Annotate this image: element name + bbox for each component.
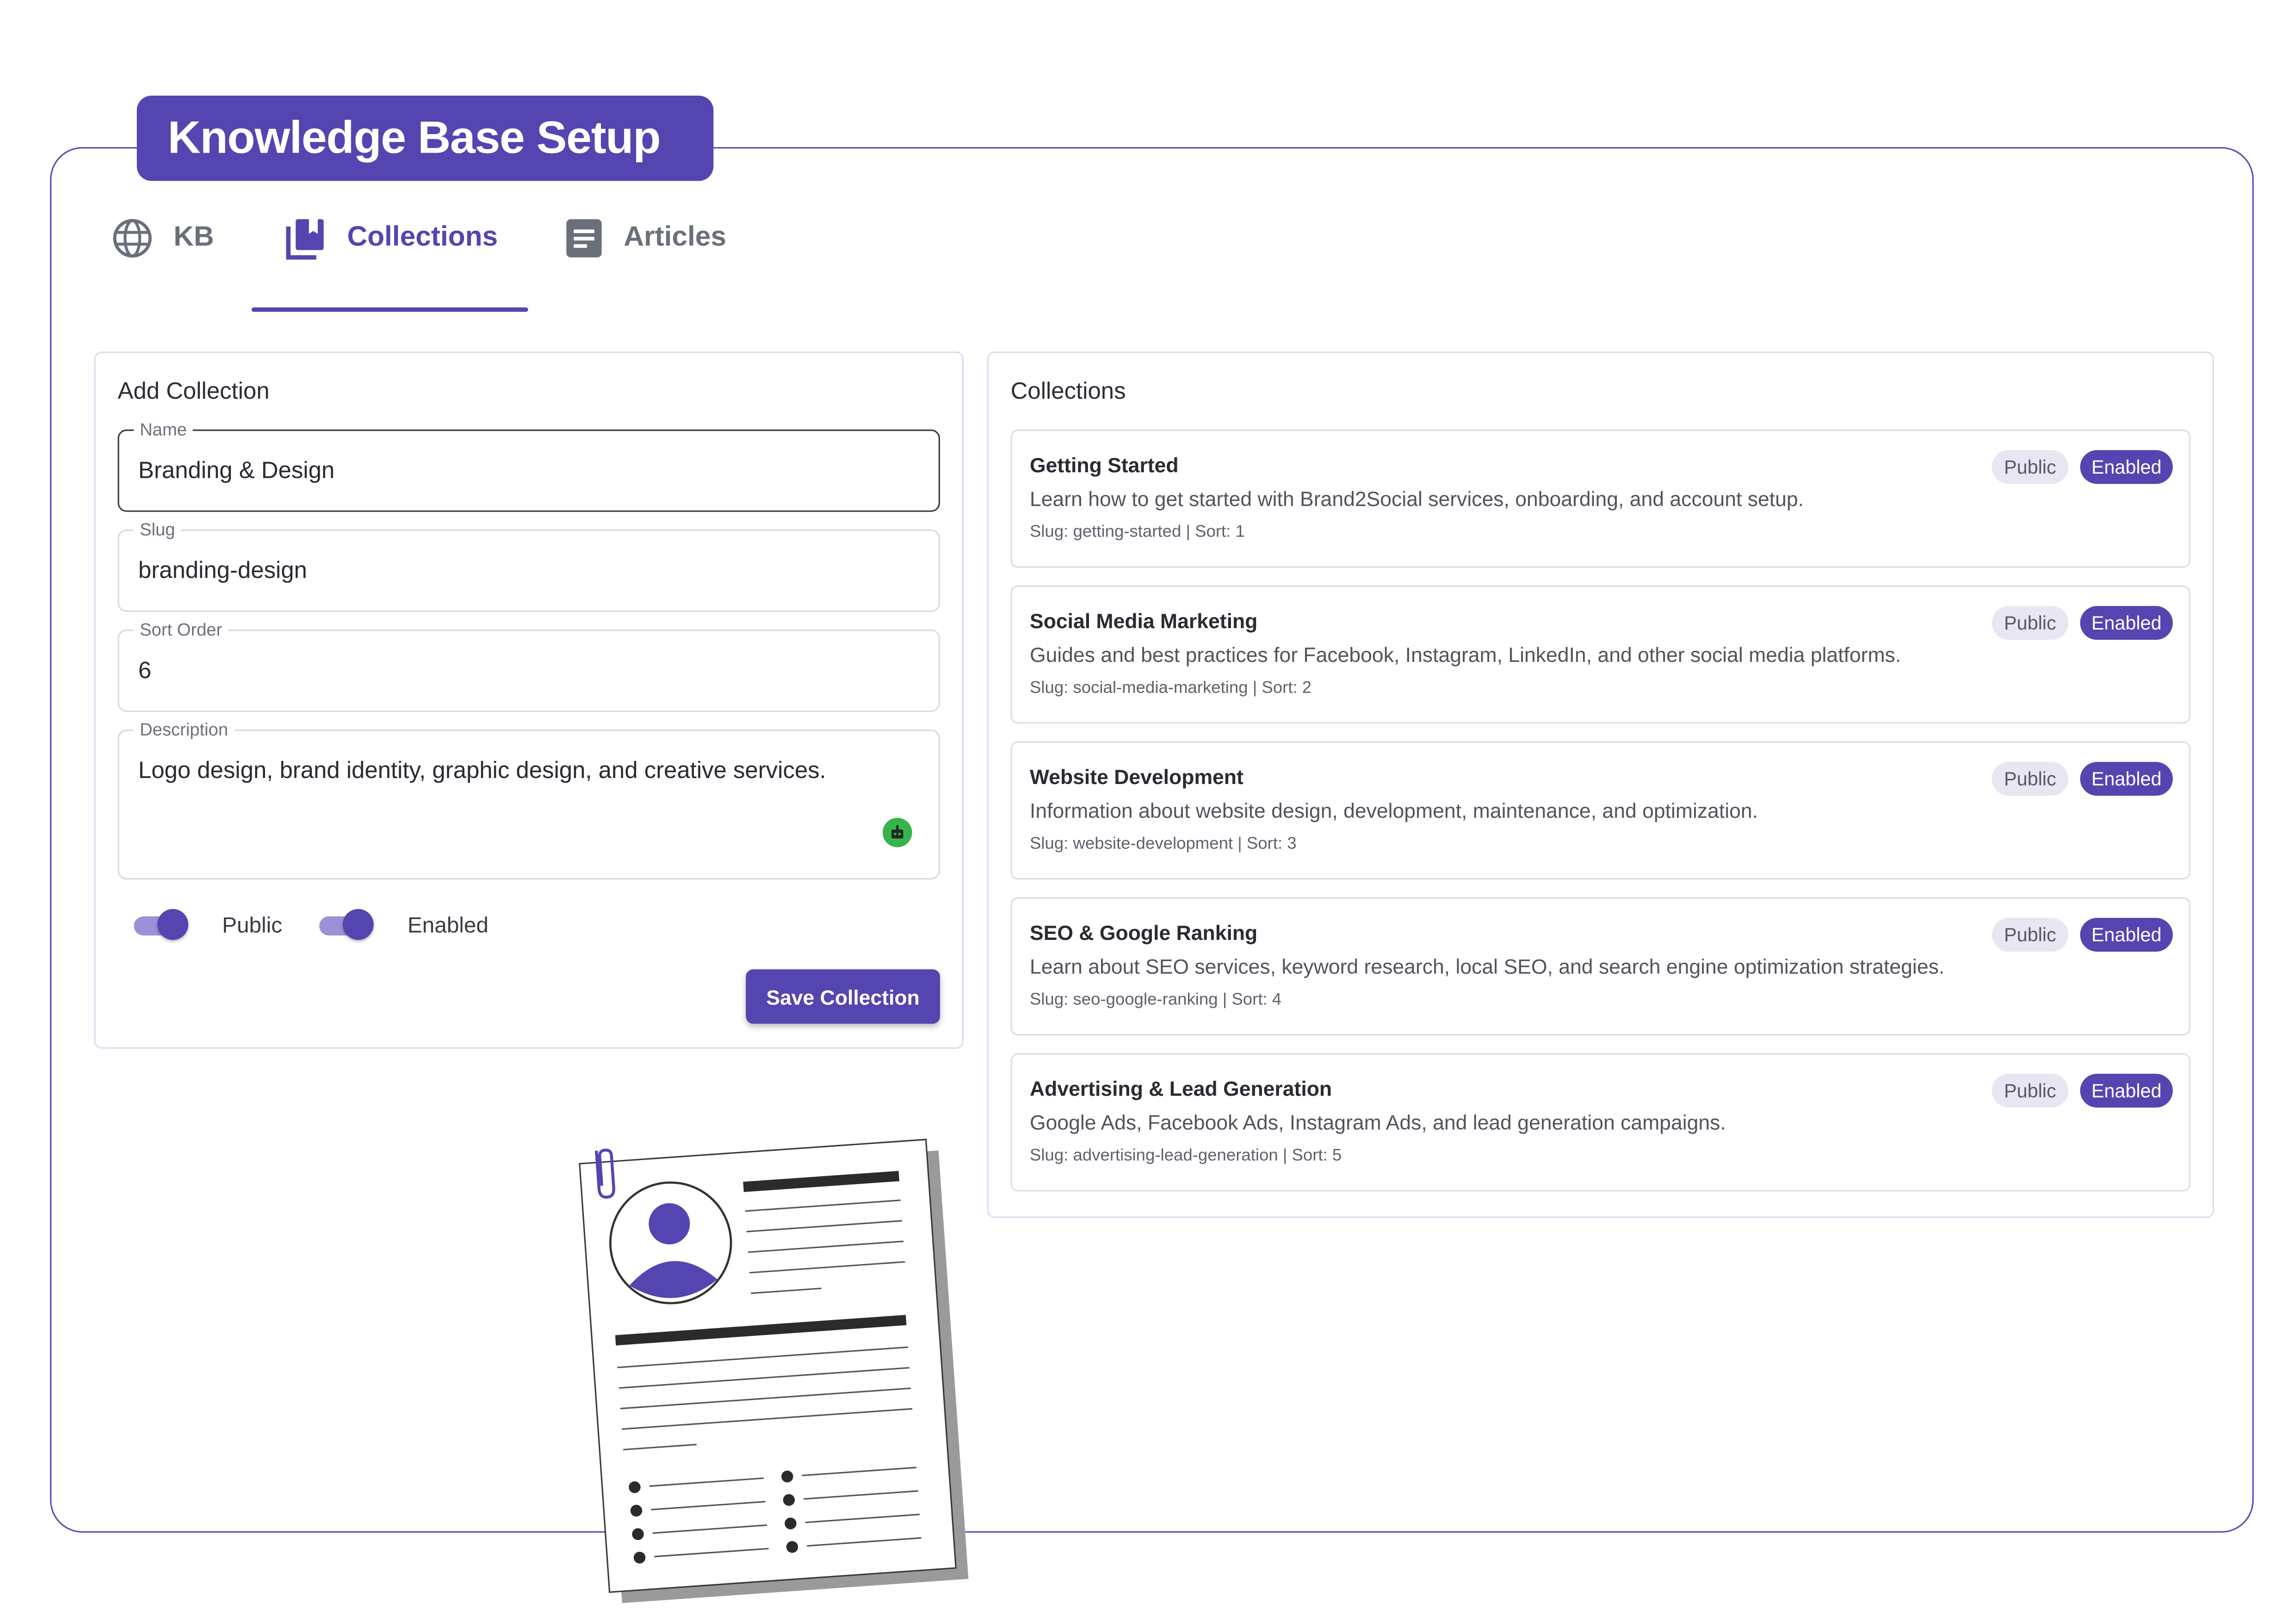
tab-collections[interactable]: Collections <box>285 209 498 268</box>
sort-order-field-label: Sort Order <box>134 619 228 640</box>
collection-card[interactable]: Advertising & Lead Generation Google Ads… <box>1010 1053 2191 1192</box>
tab-collections-label: Collections <box>347 222 498 253</box>
article-icon <box>566 219 602 258</box>
collection-card[interactable]: SEO & Google Ranking Learn about SEO ser… <box>1010 897 2191 1036</box>
collection-meta: Slug: getting-started | Sort: 1 <box>1030 524 1245 542</box>
tab-kb-label: KB <box>173 222 214 253</box>
enabled-badge: Enabled <box>2080 762 2173 796</box>
collection-title: Website Development <box>1030 765 1243 789</box>
sort-order-field[interactable]: Sort Order 6 <box>118 619 940 712</box>
collection-card[interactable]: Website Development Information about we… <box>1010 741 2191 880</box>
name-field-label: Name <box>134 419 193 440</box>
collection-card[interactable]: Getting Started Learn how to get started… <box>1010 429 2191 568</box>
library-books-icon <box>286 219 324 260</box>
description-field-label: Description <box>134 719 234 740</box>
tab-articles-label: Articles <box>624 222 726 253</box>
tab-articles[interactable]: Articles <box>565 209 726 268</box>
collection-title: Getting Started <box>1030 453 1179 477</box>
enabled-badge: Enabled <box>2080 1074 2173 1108</box>
active-tab-indicator <box>251 307 528 312</box>
enabled-badge: Enabled <box>2080 918 2173 952</box>
collection-meta: Slug: advertising-lead-generation | Sort… <box>1030 1147 1342 1165</box>
public-badge: Public <box>1992 450 2069 484</box>
public-badge: Public <box>1992 918 2069 952</box>
public-toggle[interactable] <box>134 909 190 941</box>
globe-icon <box>113 219 152 258</box>
public-badge: Public <box>1992 606 2069 640</box>
page-title-text: Knowledge Base Setup <box>167 111 661 163</box>
page-title: Knowledge Base Setup <box>136 95 714 181</box>
enabled-badge: Enabled <box>2080 450 2173 484</box>
public-badge: Public <box>1992 1074 2069 1108</box>
collection-meta: Slug: seo-google-ranking | Sort: 4 <box>1030 991 1282 1009</box>
public-toggle-label: Public <box>222 913 283 939</box>
public-badge: Public <box>1992 762 2069 796</box>
collection-description: Information about website design, develo… <box>1030 798 1758 822</box>
resume-illustration <box>579 1138 969 1603</box>
collection-description: Learn about SEO services, keyword resear… <box>1030 954 1945 978</box>
enabled-toggle[interactable] <box>319 909 375 941</box>
slug-field[interactable]: Slug branding-design <box>118 519 940 612</box>
tab-kb[interactable]: KB <box>112 209 214 268</box>
collection-title: Advertising & Lead Generation <box>1030 1076 1332 1100</box>
collection-description: Guides and best practices for Facebook, … <box>1030 642 1901 667</box>
description-field[interactable]: Description Logo design, brand identity,… <box>118 719 940 880</box>
enabled-toggle-label: Enabled <box>407 913 489 939</box>
collection-meta: Slug: social-media-marketing | Sort: 2 <box>1030 679 1312 698</box>
ai-assistant-icon[interactable] <box>883 818 912 847</box>
collection-title: Social Media Marketing <box>1030 609 1258 633</box>
sort-order-field-value: 6 <box>138 659 152 684</box>
collection-card[interactable]: Social Media Marketing Guides and best p… <box>1010 585 2191 724</box>
enabled-badge: Enabled <box>2080 606 2173 640</box>
save-collection-button[interactable]: Save Collection <box>746 969 940 1024</box>
description-field-value: Logo design, brand identity, graphic des… <box>138 759 826 784</box>
name-field[interactable]: Name Branding & Design <box>118 419 940 512</box>
collection-meta: Slug: website-development | Sort: 3 <box>1030 835 1297 853</box>
slug-field-value: branding-design <box>138 559 307 584</box>
add-collection-title: Add Collection <box>118 379 270 405</box>
name-field-value: Branding & Design <box>138 459 335 484</box>
collection-description: Google Ads, Facebook Ads, Instagram Ads,… <box>1030 1110 1726 1134</box>
collection-description: Learn how to get started with Brand2Soci… <box>1030 487 1804 511</box>
collections-title: Collections <box>1010 379 1126 405</box>
collection-title: SEO & Google Ranking <box>1030 920 1258 945</box>
slug-field-label: Slug <box>134 519 181 540</box>
robot-icon <box>891 825 903 839</box>
